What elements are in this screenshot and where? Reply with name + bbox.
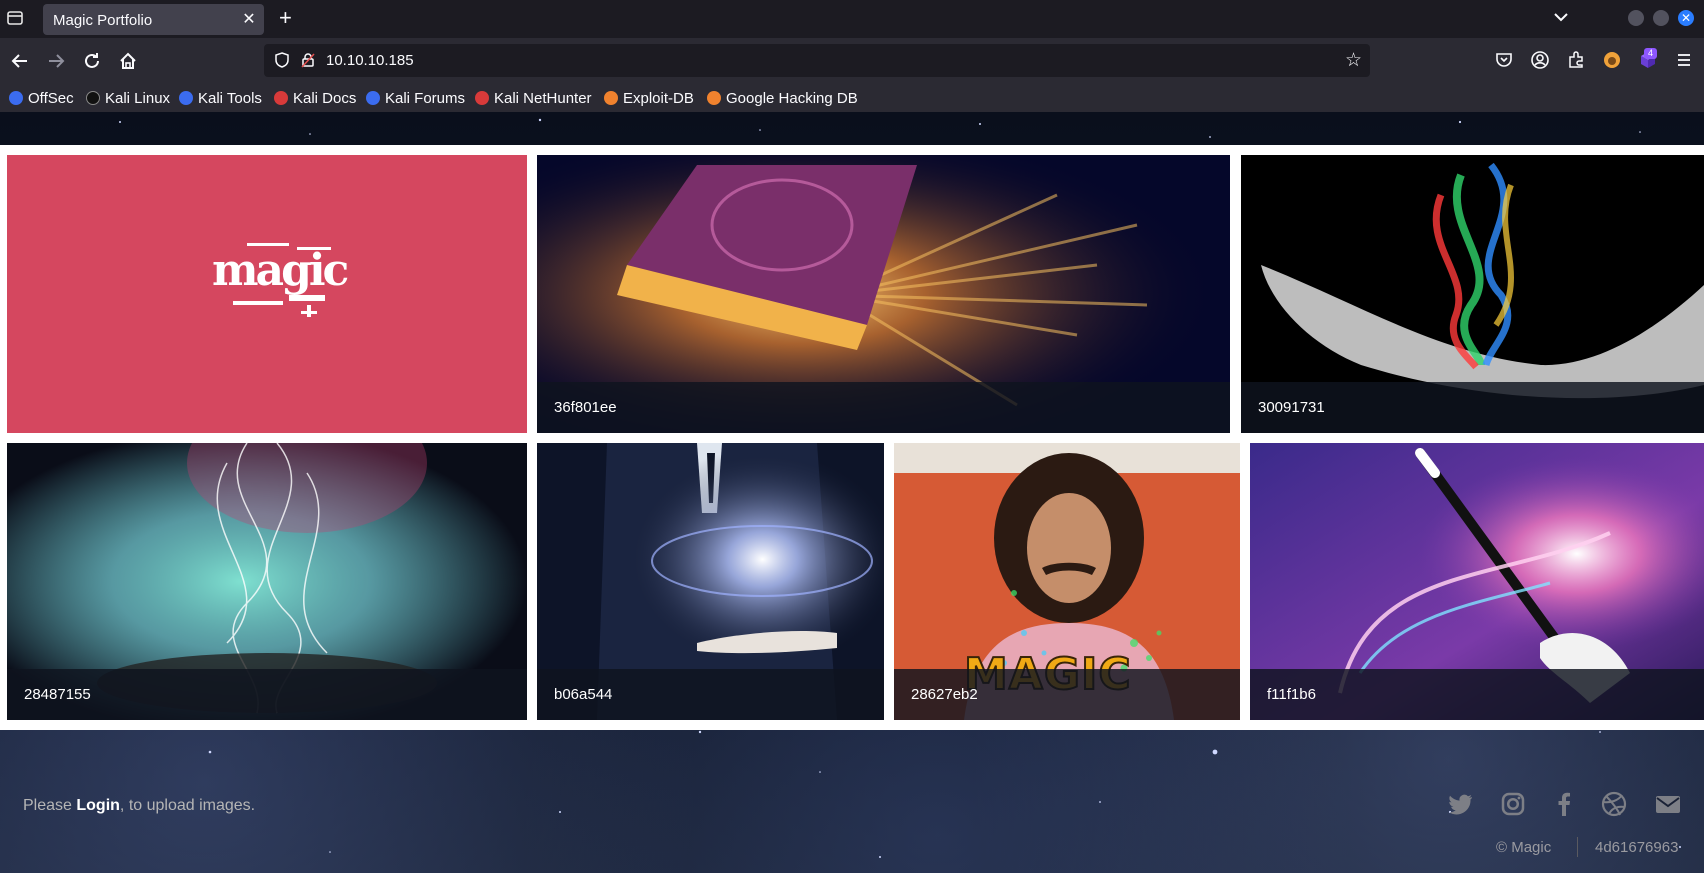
extensions-icon[interactable]: [1566, 50, 1586, 70]
tab-bar: Magic Portfolio ✕ + ✕: [0, 0, 1704, 38]
kali-dragon-icon: [86, 91, 100, 105]
bookmark-icon: [366, 91, 380, 105]
url-text[interactable]: 10.10.10.185: [326, 52, 414, 69]
bookmark-label: Kali Forums: [385, 89, 466, 107]
footer-divider: [1577, 837, 1578, 857]
close-icon[interactable]: ✕: [240, 9, 258, 29]
gallery-tile[interactable]: 28487155: [7, 443, 527, 720]
tile-caption-text: 28627eb2: [911, 686, 978, 703]
dribbble-icon[interactable]: [1600, 790, 1628, 818]
tile-caption: 28627eb2: [894, 669, 1240, 720]
pocket-icon[interactable]: [1494, 50, 1514, 70]
bookmark-icon: [274, 91, 288, 105]
tile-caption: b06a544: [537, 669, 884, 720]
bookmark-label: Kali NetHunter: [494, 89, 592, 107]
footer-suffix: , to upload images.: [119, 797, 256, 814]
page-info-icon[interactable]: [300, 52, 316, 68]
login-link[interactable]: Login: [76, 797, 120, 814]
shield-icon[interactable]: [274, 52, 290, 68]
gallery-tile[interactable]: f11f1b6: [1250, 443, 1704, 720]
mail-icon[interactable]: [1654, 790, 1682, 818]
tile-caption: 36f801ee: [537, 382, 1230, 433]
copyright-text: © Magic: [1496, 839, 1552, 856]
tab-list-icon[interactable]: [6, 9, 26, 29]
account-icon[interactable]: [1530, 50, 1550, 70]
bookmark-offsec[interactable]: OffSec: [9, 88, 74, 108]
tile-caption-text: 36f801ee: [554, 399, 617, 416]
gallery-tile-logo[interactable]: magic: [7, 155, 527, 433]
gallery-tile[interactable]: b06a544: [537, 443, 884, 720]
footer-upload-message: Please Login, to upload images.: [23, 797, 255, 815]
home-icon[interactable]: [117, 50, 139, 72]
bookmark-label: OffSec: [28, 89, 74, 107]
bookmark-label: Kali Docs: [293, 89, 357, 107]
bookmark-label: Kali Linux: [105, 89, 171, 107]
tile-caption: f11f1b6: [1250, 669, 1704, 720]
bookmark-google-hacking-db[interactable]: Google Hacking DB: [707, 88, 858, 108]
bookmark-kali-nethunter[interactable]: Kali NetHunter: [475, 88, 592, 108]
gallery-tile[interactable]: 30091731: [1241, 155, 1704, 433]
minimize-button[interactable]: [1628, 10, 1644, 26]
bookmark-label: Google Hacking DB: [726, 89, 858, 107]
bookmark-label: Kali Tools: [198, 89, 262, 107]
bookmark-icon: [475, 91, 489, 105]
back-icon[interactable]: [9, 50, 31, 72]
bookmark-label: Exploit-DB: [623, 89, 694, 107]
url-bar[interactable]: 10.10.10.185 ☆: [264, 44, 1370, 77]
logo-text: magic: [212, 245, 349, 296]
bookmark-exploit-db[interactable]: Exploit-DB: [604, 88, 694, 108]
gallery-tile[interactable]: 36f801ee: [537, 155, 1230, 433]
bookmark-star-icon[interactable]: ☆: [1345, 49, 1362, 72]
gallery-tile[interactable]: MAGIC 28627eb2: [894, 443, 1240, 720]
bookmark-kali-docs[interactable]: Kali Docs: [274, 88, 356, 108]
chevron-down-icon[interactable]: [1552, 8, 1570, 26]
bookmark-icon: [707, 91, 721, 105]
extension-fox-icon[interactable]: [1602, 50, 1622, 70]
extension-badge: 4: [1644, 48, 1657, 59]
new-tab-icon[interactable]: +: [279, 5, 292, 31]
maximize-button[interactable]: [1653, 10, 1669, 26]
tile-caption: 30091731: [1241, 382, 1704, 433]
tile-caption-text: 28487155: [24, 686, 91, 703]
tile-caption-text: f11f1b6: [1267, 686, 1316, 703]
active-tab[interactable]: Magic Portfolio ✕: [43, 4, 264, 35]
tile-caption: 28487155: [7, 669, 527, 720]
bookmark-kali-tools[interactable]: Kali Tools: [179, 88, 262, 108]
twitter-icon[interactable]: [1447, 790, 1475, 818]
footer-prefix: Please: [23, 797, 77, 814]
bookmark-icon: [604, 91, 618, 105]
page-background: magic 36f801ee 30091731 28487155 b06a544…: [0, 112, 1704, 873]
bookmark-icon: [179, 91, 193, 105]
bookmark-kali-linux[interactable]: Kali Linux: [86, 88, 170, 108]
bookmark-icon: [9, 91, 23, 105]
nav-bar: 10.10.10.185 ☆: [0, 38, 1704, 84]
tile-caption-text: 30091731: [1258, 399, 1325, 416]
reload-icon[interactable]: [81, 50, 103, 72]
tab-title: Magic Portfolio: [53, 12, 153, 29]
tile-caption-text: b06a544: [554, 686, 613, 703]
gallery: magic 36f801ee 30091731 28487155 b06a544…: [0, 145, 1704, 730]
bookmark-kali-forums[interactable]: Kali Forums: [366, 88, 465, 108]
bookmarks-bar: OffSec Kali Linux Kali Tools Kali Docs K…: [0, 84, 1704, 112]
instagram-icon[interactable]: [1499, 790, 1527, 818]
footer-hash-text: 4d61676963: [1595, 839, 1679, 856]
forward-icon[interactable]: [45, 50, 67, 72]
menu-icon[interactable]: [1674, 50, 1694, 70]
facebook-icon[interactable]: [1550, 790, 1578, 818]
window-close-button[interactable]: ✕: [1678, 10, 1694, 26]
